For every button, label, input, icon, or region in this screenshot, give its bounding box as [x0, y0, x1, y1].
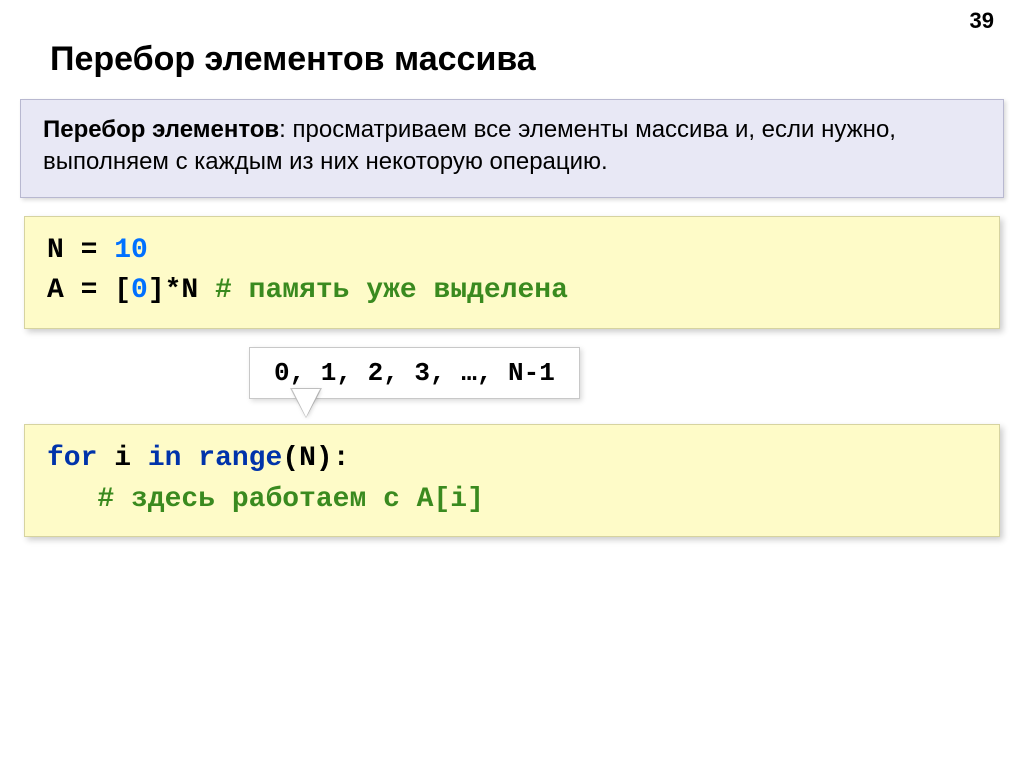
- callout-pointer: [292, 389, 320, 417]
- definition-term: Перебор элементов: [43, 116, 279, 143]
- callout-wrapper: 0, 1, 2, 3, …, N-1: [24, 329, 1000, 424]
- definition-box: Перебор элементов: просматриваем все эле…: [20, 99, 1004, 198]
- code-comment: # память уже выделена: [215, 275, 568, 306]
- code-line-3: for i in range(N):: [47, 439, 977, 480]
- code-text: i: [97, 443, 147, 474]
- code-comment: # здесь работаем с A[i]: [97, 484, 483, 515]
- page-number: 39: [970, 8, 994, 34]
- code-text: (N):: [282, 443, 349, 474]
- code-keyword: range: [198, 443, 282, 474]
- code-box-loop: for i in range(N): # здесь работаем с A[…: [24, 424, 1000, 537]
- code-line-4: # здесь работаем с A[i]: [47, 480, 977, 521]
- code-text: ]*N: [148, 275, 215, 306]
- code-keyword: in: [148, 443, 182, 474]
- code-box-init: N = 10 A = [0]*N # память уже выделена: [24, 216, 1000, 329]
- code-line-2: A = [0]*N # память уже выделена: [47, 271, 977, 312]
- code-literal: 10: [114, 235, 148, 266]
- slide-title: Перебор элементов массива: [0, 0, 1024, 99]
- code-indent: [47, 484, 97, 515]
- code-keyword: for: [47, 443, 97, 474]
- code-line-1: N = 10: [47, 231, 977, 272]
- code-literal: 0: [131, 275, 148, 306]
- code-text: A = [: [47, 275, 131, 306]
- code-text: [181, 443, 198, 474]
- code-text: N =: [47, 235, 114, 266]
